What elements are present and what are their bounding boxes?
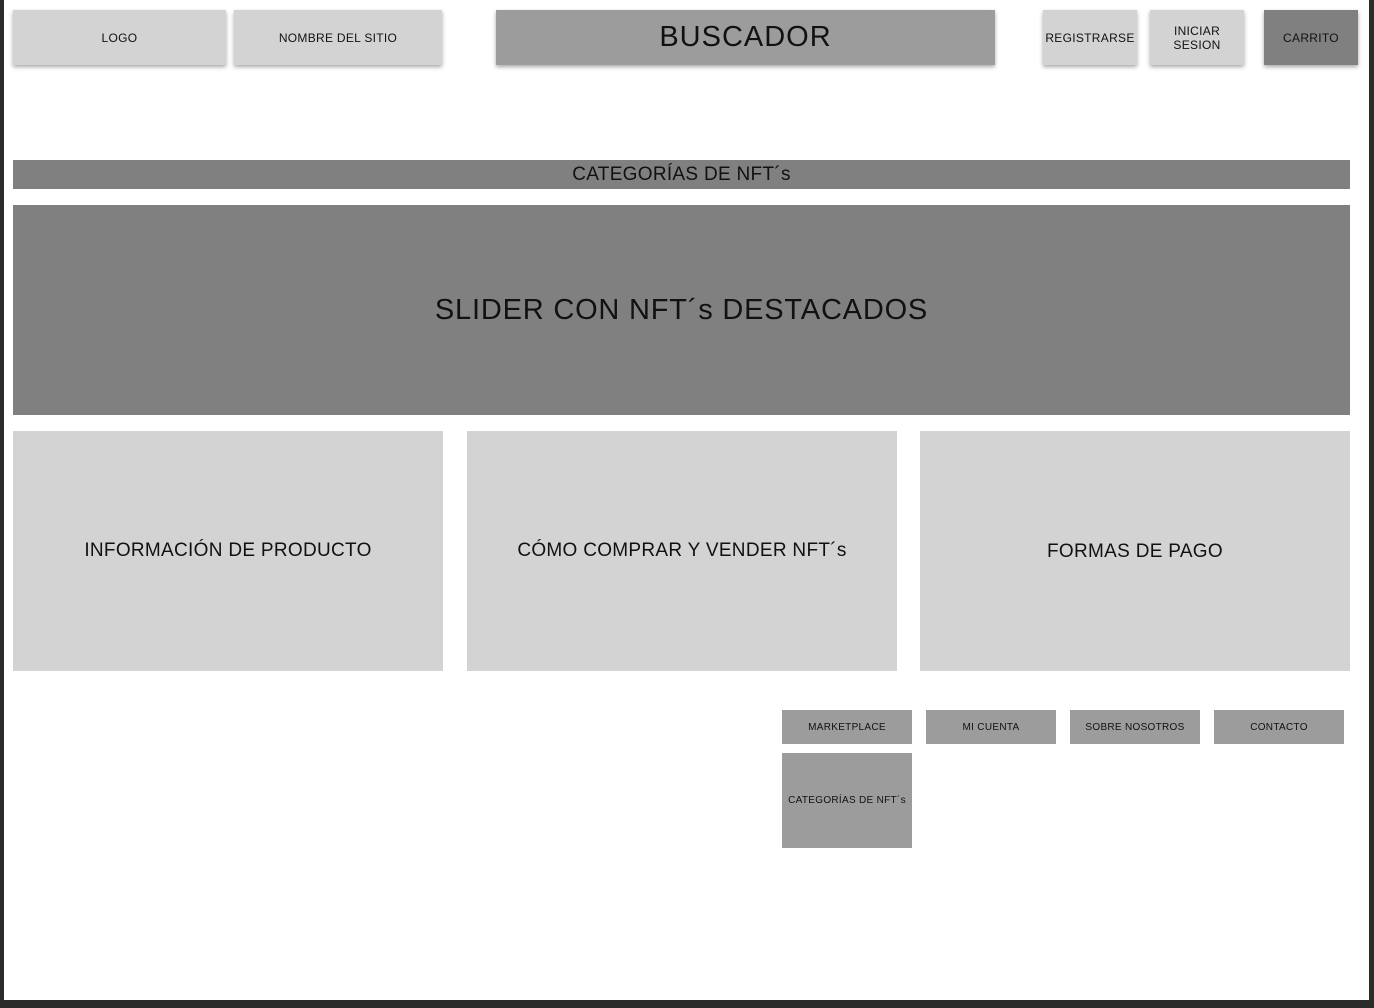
footer-link-categories-label: CATEGORÍAS DE NFT´s	[788, 795, 906, 806]
logo-label: LOGO	[101, 30, 138, 45]
how-to-buy-sell-label: CÓMO COMPRAR Y VENDER NFT´s	[517, 540, 847, 561]
search-input[interactable]: BUSCADOR	[496, 10, 995, 65]
cart-label: CARRITO	[1283, 30, 1339, 45]
footer-link-marketplace[interactable]: MARKETPLACE	[782, 710, 912, 744]
footer-link-about[interactable]: SOBRE NOSOTROS	[1070, 710, 1200, 744]
categories-bar-label: CATEGORÍAS DE NFT´s	[572, 163, 791, 185]
product-info-label: INFORMACIÓN DE PRODUCTO	[84, 540, 372, 561]
footer-link-my-account[interactable]: MI CUENTA	[926, 710, 1056, 744]
footer-link-marketplace-label: MARKETPLACE	[808, 721, 886, 733]
footer-link-categories[interactable]: CATEGORÍAS DE NFT´s	[782, 753, 912, 848]
register-label: REGISTRARSE	[1045, 30, 1135, 45]
featured-slider[interactable]: SLIDER CON NFT´s DESTACADOS	[13, 205, 1350, 415]
footer-link-contact[interactable]: CONTACTO	[1214, 710, 1344, 744]
wireframe-canvas: LOGO NOMBRE DEL SITIO BUSCADOR REGISTRAR…	[4, 0, 1369, 1000]
site-name-label: NOMBRE DEL SITIO	[278, 30, 398, 45]
footer-link-about-label: SOBRE NOSOTROS	[1085, 721, 1185, 733]
categories-bar[interactable]: CATEGORÍAS DE NFT´s	[13, 160, 1350, 189]
footer-link-contact-label: CONTACTO	[1250, 721, 1308, 733]
logo[interactable]: LOGO	[13, 10, 226, 65]
login-button[interactable]: INICIAR SESION	[1150, 10, 1244, 65]
how-to-buy-sell-panel[interactable]: CÓMO COMPRAR Y VENDER NFT´s	[467, 431, 897, 671]
footer-link-my-account-label: MI CUENTA	[962, 721, 1020, 733]
login-label: INICIAR SESION	[1173, 23, 1221, 52]
site-name[interactable]: NOMBRE DEL SITIO	[234, 10, 442, 65]
product-info-panel[interactable]: INFORMACIÓN DE PRODUCTO	[13, 431, 443, 671]
register-button[interactable]: REGISTRARSE	[1043, 10, 1137, 65]
payment-methods-panel[interactable]: FORMAS DE PAGO	[920, 431, 1350, 671]
featured-slider-label: SLIDER CON NFT´s DESTACADOS	[434, 293, 929, 326]
payment-methods-label: FORMAS DE PAGO	[1047, 541, 1223, 562]
search-label: BUSCADOR	[659, 21, 832, 53]
cart-button[interactable]: CARRITO	[1264, 10, 1358, 65]
